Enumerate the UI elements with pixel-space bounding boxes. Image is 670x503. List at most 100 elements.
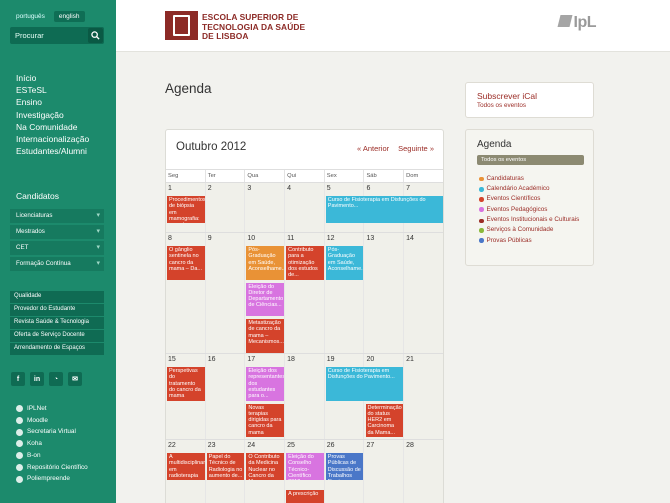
nav-item[interactable]: Estudantes/Alumni <box>16 145 89 157</box>
calendar-day[interactable]: 4 <box>285 183 325 232</box>
calendar-day[interactable]: 27 <box>364 440 405 503</box>
subscribe-ical-link[interactable]: Subscrever iCal <box>477 91 537 101</box>
calendar-day[interactable]: 28 <box>404 440 443 503</box>
nav-item[interactable]: Início <box>16 72 89 84</box>
category-label: Serviços à Comunidade <box>486 226 554 234</box>
category-item[interactable]: Serviços à Comunidade <box>479 225 589 235</box>
calendar-event[interactable]: Determinação do status HER2 em Carcinoma… <box>365 403 404 437</box>
calendar-event[interactable]: Contributo para a otimização dos estudos… <box>286 246 324 280</box>
linkedin-icon[interactable]: in <box>30 372 44 386</box>
weekday-label: Qua <box>245 170 286 182</box>
calendar-event[interactable]: O Contributo da Medicina Nuclear no Canc… <box>246 453 285 481</box>
resource-item[interactable]: Secretaria Virtual <box>16 426 88 438</box>
lang-en[interactable]: english <box>53 11 85 22</box>
rss-icon[interactable]: ◔ <box>49 372 63 386</box>
quick-link[interactable]: Provedor do Estudante <box>10 304 104 316</box>
calendar-month: Outubro 2012 <box>176 141 247 153</box>
lang-pt[interactable]: português <box>11 11 50 22</box>
school-logo-icon[interactable] <box>165 11 198 40</box>
next-month-link[interactable]: Seguinte » <box>398 144 434 153</box>
resource-label: Repositório Científico <box>27 463 88 471</box>
calendar-event[interactable]: O gânglio sentinela no cancro da mama – … <box>167 246 205 280</box>
category-label: Calendário Académico <box>486 185 550 193</box>
nav-item[interactable]: Ensino <box>16 96 89 108</box>
calendar-event[interactable]: Pós-Graduação em Saúde, Aconselhame... <box>246 246 285 280</box>
category-item[interactable]: Candidaturas <box>479 174 589 184</box>
agenda-filter-box: Agenda Todos os eventos Candidaturas Cal… <box>465 129 594 266</box>
candidatos-item[interactable]: Licenciaturas ▾ <box>10 209 104 223</box>
calendar-event[interactable]: Metastização de cancro da mama – Mecanis… <box>246 319 285 353</box>
quick-link[interactable]: Qualidade <box>10 291 104 303</box>
calendar-event[interactable]: A multidisciplinaridade em radioterapia <box>167 453 205 481</box>
calendar-event[interactable]: Novas terapias dirigidas para cancro da … <box>246 403 285 437</box>
day-number: 19 <box>326 356 335 363</box>
calendar-day[interactable]: 9 <box>205 233 246 353</box>
calendar-day[interactable]: 21 <box>404 354 443 439</box>
quick-link[interactable]: Arrendamento de Espaços <box>10 343 104 355</box>
resource-label: Moodle <box>27 416 48 424</box>
calendar-day[interactable]: 16 <box>205 354 246 439</box>
category-item[interactable]: Eventos Pedagógicos <box>479 205 589 215</box>
category-item[interactable]: Eventos Institucionais e Culturais <box>479 216 589 224</box>
ipl-logo[interactable]: IpL <box>557 14 596 32</box>
resource-item[interactable]: IPLNet <box>16 403 88 415</box>
all-events-link[interactable]: Todos os eventos <box>477 102 526 109</box>
calendar-event[interactable]: Eleição do Conselho Técnico-Científico 2… <box>286 453 324 481</box>
category-item[interactable]: Provas Públicas <box>479 236 589 246</box>
category-item[interactable]: Calendário Académico <box>479 184 589 194</box>
day-number: 21 <box>406 356 414 363</box>
resources-nav: IPLNet Moodle Secretaria Virtual Koha B-… <box>16 403 88 485</box>
ipl-mark-icon <box>557 15 572 27</box>
calendar-event[interactable]: A prescrição <box>286 489 324 503</box>
calendar-event[interactable]: Procedimentos de biópsia em mamografia: … <box>167 196 205 224</box>
nav-item[interactable]: Internacionalização <box>16 133 89 145</box>
calendar-event[interactable]: Provas Públicas de Discussão de Trabalho… <box>325 453 364 481</box>
category-item[interactable]: Eventos Científicos <box>479 194 589 204</box>
calendar-grid: Seg Ter Qua Qui Sex Sáb Dom 1 2 3 4 5 6 7 Proce… <box>166 169 443 503</box>
prev-month-link[interactable]: « Anterior <box>357 144 389 153</box>
resource-item[interactable]: Moodle <box>16 415 88 427</box>
category-dot-icon <box>479 187 484 192</box>
resource-item[interactable]: Poliempreende <box>16 473 88 485</box>
candidatos-item[interactable]: Formação Contínua ▾ <box>10 257 104 271</box>
nav-item[interactable]: Investigação <box>16 109 89 121</box>
quick-link[interactable]: Revista Saúde & Tecnologia <box>10 317 104 329</box>
calendar-event[interactable]: Curso de Fisioterapia em Disfunções do P… <box>325 367 404 401</box>
calendar-day[interactable]: 13 <box>364 233 405 353</box>
nav-item[interactable]: Na Comunidade <box>16 121 89 133</box>
calendar-event[interactable]: Curso de Fisioterapia em Disfunções do P… <box>325 196 443 224</box>
category-dot-icon <box>479 176 484 182</box>
search-input[interactable]: Procurar <box>15 31 44 40</box>
nav-item[interactable]: ESTeSL <box>16 84 89 96</box>
resource-label: B-on <box>27 451 41 459</box>
sidebar: português english Procurar Início ESTeSL… <box>0 0 116 503</box>
search-button[interactable] <box>88 28 103 43</box>
search-box[interactable]: Procurar <box>10 27 104 44</box>
ical-box: Subscrever iCal Todos os eventos <box>465 82 594 118</box>
day-number: 12 <box>326 235 335 242</box>
resource-item[interactable]: Repositório Científico <box>16 462 88 474</box>
resource-item[interactable]: B-on <box>16 450 88 462</box>
calendar-event[interactable]: Papel do Técnico de Radiologia no aument… <box>206 453 245 481</box>
quick-link[interactable]: Oferta de Serviço Docente <box>10 330 104 342</box>
day-number: 17 <box>247 356 256 363</box>
resource-item[interactable]: Koha <box>16 438 88 450</box>
all-events-filter[interactable]: Todos os eventos <box>477 155 584 165</box>
calendar-event[interactable]: Eleição dos representantes dos estudante… <box>246 367 285 401</box>
mail-icon[interactable]: ✉ <box>68 372 82 386</box>
school-name[interactable]: ESCOLA SUPERIOR DE TECNOLOGIA DA SAÚDE D… <box>202 12 305 42</box>
calendar-event[interactable]: Perspetivas do tratamento do cancro da m… <box>167 367 205 401</box>
calendar-event[interactable]: Eleição do Diretor de Departamento de Ci… <box>246 282 285 316</box>
facebook-icon[interactable]: f <box>11 372 25 386</box>
calendar-day[interactable]: 2 <box>205 183 246 232</box>
calendar-event[interactable]: Pós-Graduação em Saúde, Aconselhame... <box>325 246 364 280</box>
calendar-day[interactable]: 14 <box>404 233 443 353</box>
calendar-day[interactable]: 3 <box>245 183 286 232</box>
candidatos-item[interactable]: CET ▾ <box>10 241 104 255</box>
day-number: 10 <box>247 235 256 242</box>
main-nav: Início ESTeSL Ensino Investigação Na Com… <box>16 72 89 157</box>
day-number: 18 <box>287 356 295 363</box>
calendar-day[interactable]: 18 <box>285 354 325 439</box>
candidatos-item[interactable]: Mestrados ▾ <box>10 225 104 239</box>
day-number: 14 <box>406 235 414 242</box>
